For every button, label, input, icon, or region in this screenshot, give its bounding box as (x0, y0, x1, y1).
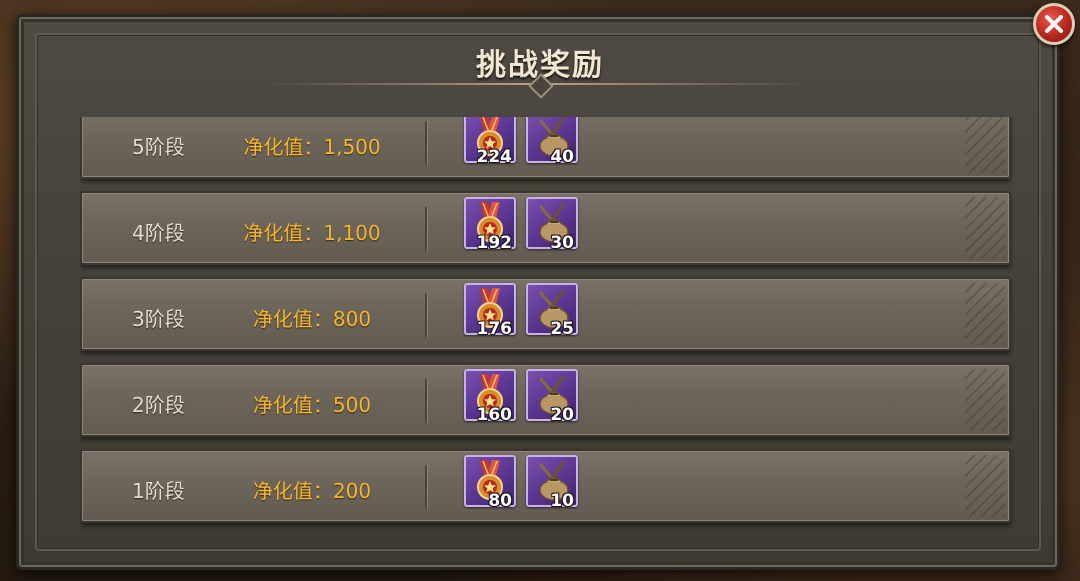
reward-quantity: 30 (550, 233, 574, 253)
reward-quantity: 10 (550, 491, 574, 511)
stage-label: 1阶段 (132, 479, 185, 503)
reward-quantity: 224 (476, 147, 513, 167)
stage-label: 3阶段 (132, 307, 185, 331)
reward-supply-bag[interactable]: 30 (526, 197, 578, 253)
reward-quantity: 80 (488, 491, 512, 511)
stage-label: 4阶段 (132, 221, 185, 245)
reward-supply-bag[interactable]: 25 (526, 283, 578, 339)
reward-supply-bag[interactable]: 40 (526, 117, 578, 167)
reward-quantity: 160 (476, 405, 513, 425)
reward-quantity: 40 (550, 147, 574, 167)
stage-row-5: 5阶段 净化值：1,500 224 40 (80, 117, 1011, 179)
purify-value: 净化值：1,100 (243, 221, 381, 245)
stage-row-4: 4阶段 净化值：1,100 192 30 (80, 191, 1011, 265)
row-separator (425, 121, 427, 165)
row-separator (425, 379, 427, 423)
reward-medal[interactable]: 176 (464, 283, 516, 339)
close-icon (1045, 15, 1063, 33)
row-separator (425, 465, 427, 509)
reward-supply-bag[interactable]: 20 (526, 369, 578, 425)
purify-value: 净化值：200 (252, 479, 372, 503)
stage-row-1: 1阶段 净化值：200 80 10 (80, 449, 1011, 523)
purify-value: 净化值：500 (252, 393, 372, 417)
stage-reward-list[interactable]: 5阶段 净化值：1,500 224 40 4阶段 净化值：1,100 192 3… (80, 117, 1014, 532)
row-separator (425, 207, 427, 251)
close-button[interactable] (1033, 3, 1075, 45)
reward-supply-bag[interactable]: 10 (526, 455, 578, 511)
stage-label: 5阶段 (132, 135, 185, 159)
reward-quantity: 20 (550, 405, 574, 425)
row-separator (425, 293, 427, 337)
reward-medal[interactable]: 160 (464, 369, 516, 425)
stage-row-2: 2阶段 净化值：500 160 20 (80, 363, 1011, 437)
reward-quantity: 25 (550, 319, 574, 339)
reward-quantity: 176 (476, 319, 513, 339)
reward-medal[interactable]: 192 (464, 197, 516, 253)
stage-label: 2阶段 (132, 393, 185, 417)
purify-value: 净化值：1,500 (243, 135, 381, 159)
reward-quantity: 192 (476, 233, 513, 253)
reward-medal[interactable]: 224 (464, 117, 516, 167)
reward-medal[interactable]: 80 (464, 455, 516, 511)
purify-value: 净化值：800 (252, 307, 372, 331)
stage-row-3: 3阶段 净化值：800 176 25 (80, 277, 1011, 351)
